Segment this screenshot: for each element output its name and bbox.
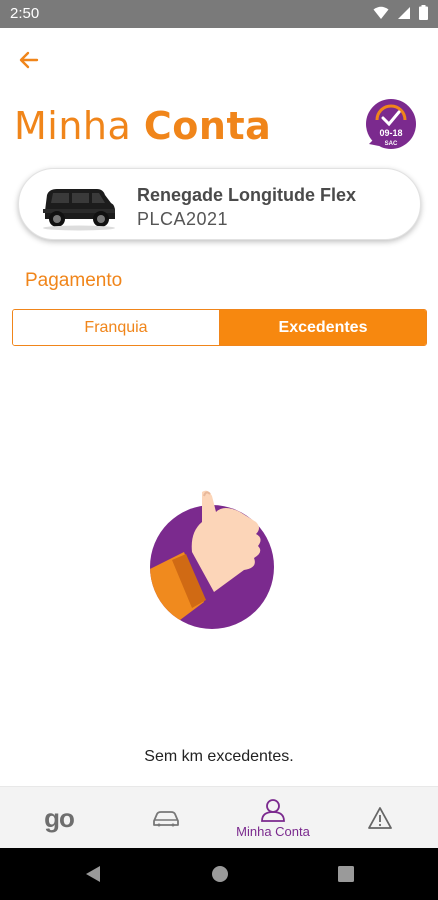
empty-state-message: Sem km excedentes. [144, 748, 294, 765]
car-icon [153, 811, 179, 827]
home-circle-icon[interactable] [210, 864, 230, 884]
warning-icon [368, 807, 392, 829]
payment-section-label: Pagamento [25, 270, 123, 291]
sac-badge[interactable]: 09-18 SAC [365, 98, 417, 152]
system-nav-bar [0, 848, 438, 900]
nav-item-vehicle[interactable] [111, 787, 221, 849]
vehicle-model: Renegade Longitude Flex [137, 185, 357, 205]
vehicle-plate: PLCA2021 [137, 209, 229, 229]
page-title-bold: Conta [143, 104, 272, 148]
nav-item-home[interactable]: go [4, 787, 114, 849]
page-title: Minha Conta [14, 104, 271, 148]
back-button[interactable] [16, 46, 44, 74]
bottom-nav: go Minha Conta [0, 786, 438, 848]
thumbs-up-illustration [150, 490, 274, 629]
status-bar: 2:50 [0, 0, 438, 28]
vehicle-card[interactable]: Renegade Longitude Flex PLCA2021 [18, 168, 421, 240]
status-icons [373, 5, 428, 20]
nav-label-minha-conta: Minha Conta [236, 823, 310, 839]
screen: 2:50 Minha Conta 09-18 SAC Renegade Long… [0, 0, 438, 900]
recents-square-icon[interactable] [337, 864, 355, 884]
wifi-icon [373, 6, 389, 19]
user-icon [261, 798, 285, 822]
payment-tabs: Franquia Excedentes [12, 309, 427, 346]
status-time: 2:50 [10, 5, 40, 22]
vehicle-image [43, 189, 115, 231]
page-title-light: Minha [14, 104, 132, 148]
sac-hours: 09-18 [379, 128, 402, 138]
tab-excedentes[interactable]: Excedentes [220, 310, 426, 345]
signal-icon [398, 6, 410, 19]
nav-item-minha-conta[interactable]: Minha Conta [218, 787, 328, 849]
back-triangle-icon[interactable] [84, 864, 102, 884]
tab-franquia[interactable]: Franquia [13, 310, 220, 345]
sac-clock-icon: 09-18 SAC [366, 99, 416, 149]
nav-item-alerts[interactable] [325, 787, 435, 849]
sac-label: SAC [385, 141, 398, 147]
go-logo: go [44, 802, 75, 833]
arrow-left-icon [19, 51, 39, 69]
battery-icon [419, 5, 428, 20]
